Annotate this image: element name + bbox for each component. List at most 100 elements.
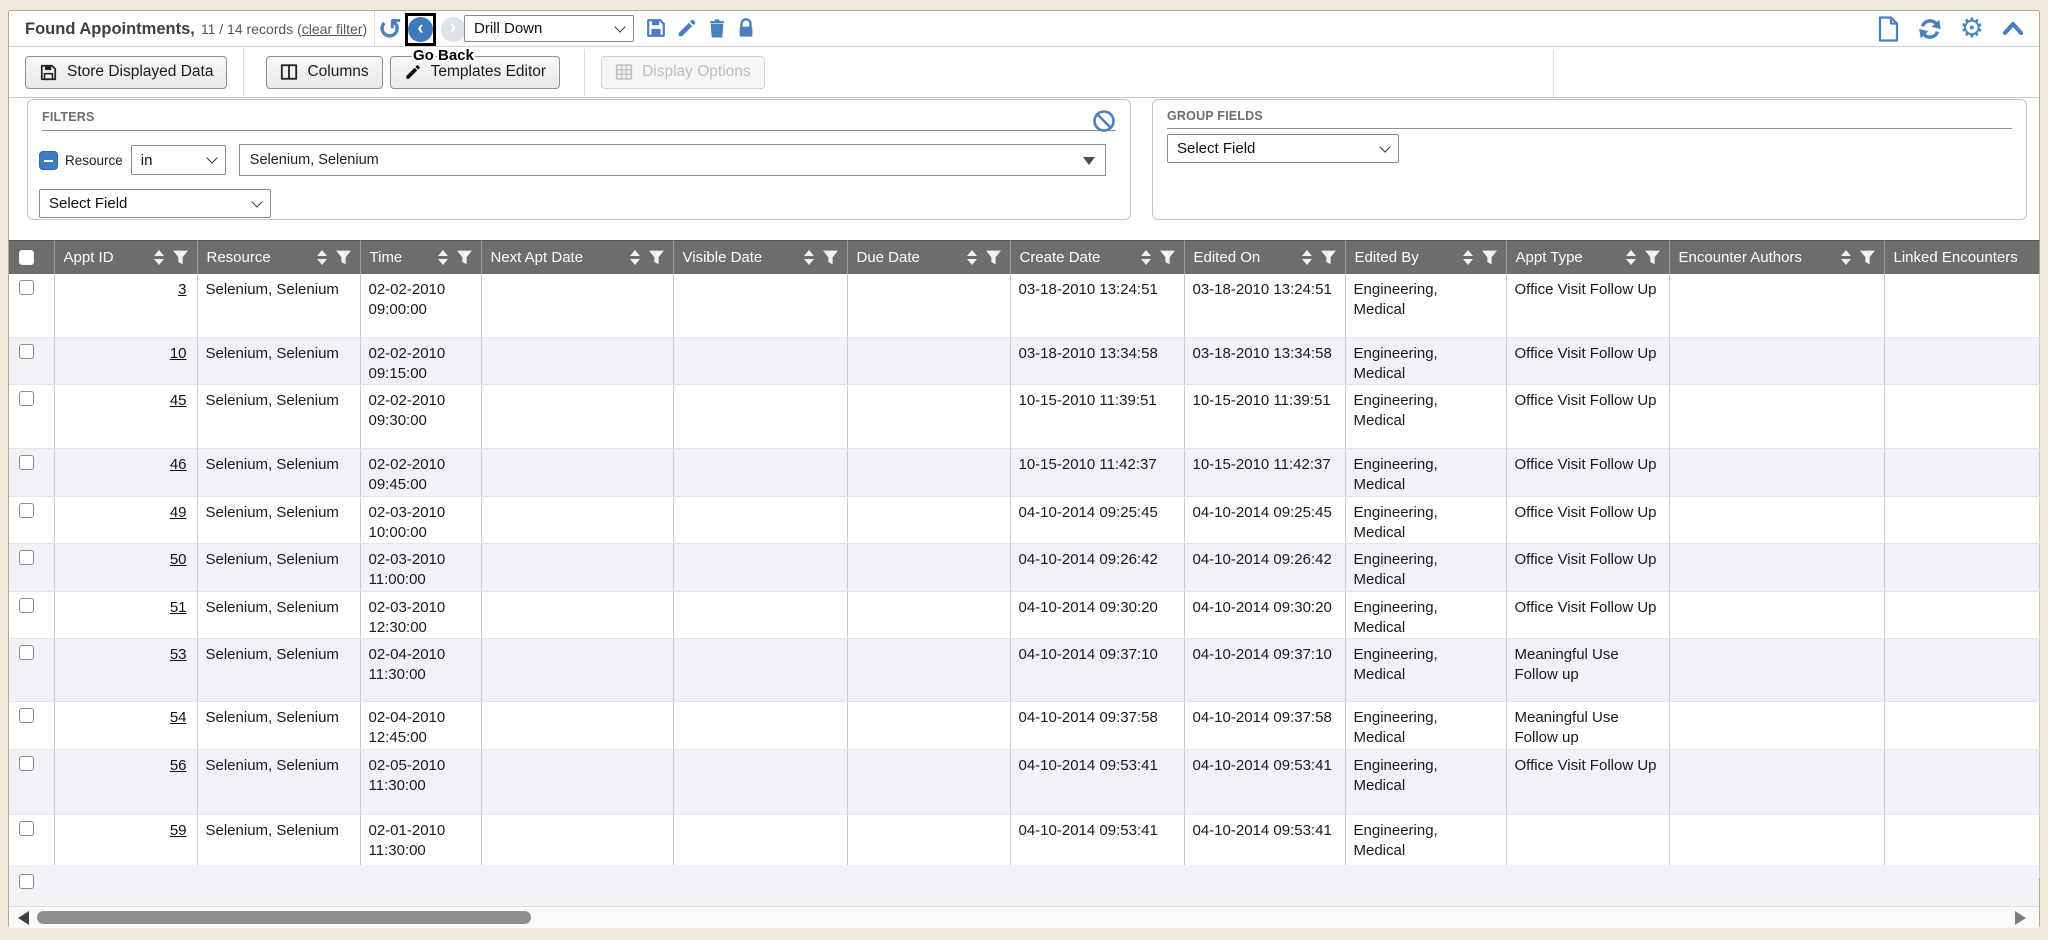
cell-create-date: 04-10-2014 09:26:42 [1010,544,1184,592]
clear-filter-link[interactable]: clear filter [302,21,363,37]
filter-funnel-icon[interactable] [456,249,473,266]
filter-funnel-icon[interactable] [172,249,189,266]
column-header[interactable]: Visible Date [673,241,847,275]
sort-icon[interactable] [1841,250,1851,265]
scroll-right-arrow-icon[interactable] [2015,911,2026,925]
column-header[interactable]: Next Apt Date [481,241,673,275]
appt-id-link[interactable]: 59 [170,822,187,839]
appt-id-link[interactable]: 3 [178,281,186,298]
appt-id-link[interactable]: 45 [170,392,187,409]
undo-icon[interactable]: ↺ [375,11,405,47]
sort-icon[interactable] [1302,250,1312,265]
sort-icon[interactable] [1141,250,1151,265]
column-header[interactable]: Create Date [1010,241,1184,275]
sort-icon[interactable] [1463,250,1473,265]
filter-value-combo[interactable]: Selenium, Selenium [239,144,1106,176]
column-header[interactable]: Time [360,241,481,275]
row-checkbox[interactable] [19,550,34,565]
appt-id-link[interactable]: 46 [170,456,187,473]
appt-id-link[interactable]: 54 [170,709,187,726]
delete-view-icon[interactable] [707,17,727,39]
cell-resource: Selenium, Selenium [197,702,360,750]
sort-icon[interactable] [154,250,164,265]
add-filter-field-select[interactable]: Select Field [39,189,271,218]
remove-filter-button[interactable] [39,151,58,170]
store-displayed-data-button[interactable]: Store Displayed Data [25,56,227,89]
dropdown-triangle-icon [1083,157,1095,165]
row-checkbox[interactable] [19,280,34,295]
filter-funnel-icon[interactable] [1320,249,1337,266]
filter-funnel-icon[interactable] [1859,249,1876,266]
templates-editor-label: Templates Editor [431,63,546,81]
edit-view-icon[interactable] [676,17,698,39]
footer-checkbox[interactable] [19,874,34,889]
scrollbar-thumb[interactable] [37,911,531,924]
display-options-button[interactable]: Display Options [601,56,765,89]
cell-edited-by: Engineering, Medical [1345,385,1506,449]
disable-filters-icon[interactable] [1092,109,1116,133]
chevron-down-icon [614,21,625,32]
toolbar-separator [243,49,244,96]
sort-icon[interactable] [438,250,448,265]
drill-down-select[interactable]: Drill Down [464,15,634,42]
refresh-icon[interactable] [1917,16,1943,42]
filter-funnel-icon[interactable] [1159,249,1176,266]
row-checkbox[interactable] [19,598,34,613]
chevron-down-icon [206,152,217,163]
cell-time: 02-03-2010 10:00:00 [360,496,481,544]
appt-id-link[interactable]: 56 [170,757,187,774]
row-checkbox[interactable] [19,344,34,359]
cell-checkbox [9,496,54,544]
sort-icon[interactable] [804,250,814,265]
row-checkbox[interactable] [19,645,34,660]
group-field-select[interactable]: Select Field [1167,134,1399,163]
filter-funnel-icon[interactable] [1644,249,1661,266]
new-document-icon[interactable] [1877,16,1900,42]
scroll-left-arrow-icon[interactable] [18,911,29,925]
go-forward-button[interactable]: › [440,16,466,42]
row-checkbox[interactable] [19,503,34,518]
column-header[interactable]: Encounter Authors [1669,241,1884,275]
sort-down-triangle [154,259,164,265]
filter-funnel-icon[interactable] [335,249,352,266]
row-checkbox[interactable] [19,756,34,771]
go-back-button[interactable]: ‹ [408,17,433,42]
appt-id-link[interactable]: 50 [170,551,187,568]
column-header-label: Edited On [1194,249,1261,266]
filter-funnel-icon[interactable] [985,249,1002,266]
filter-funnel-icon[interactable] [822,249,839,266]
cell-next-apt-date [481,749,673,814]
row-checkbox[interactable] [19,708,34,723]
cell-edited-by: Engineering, Medical [1345,639,1506,702]
sort-icon[interactable] [967,250,977,265]
appt-id-link[interactable]: 53 [170,646,187,663]
column-header[interactable]: Linked Encounters [1884,241,2039,275]
cell-next-apt-date [481,702,673,750]
lock-icon[interactable] [736,17,756,39]
appt-id-link[interactable]: 51 [170,599,187,616]
row-checkbox[interactable] [19,455,34,470]
row-checkbox[interactable] [19,821,34,836]
save-view-icon[interactable] [645,17,667,39]
gear-icon[interactable]: ⚙ [1960,16,1984,42]
filter-funnel-icon[interactable] [648,249,665,266]
column-header[interactable]: Appt ID [54,241,197,275]
appt-id-link[interactable]: 10 [170,345,187,362]
filter-funnel-icon[interactable] [1481,249,1498,266]
column-header[interactable]: Edited On [1184,241,1345,275]
column-header[interactable]: Appt Type [1506,241,1669,275]
sort-icon[interactable] [630,250,640,265]
column-header[interactable]: Due Date [847,241,1010,275]
row-checkbox[interactable] [19,391,34,406]
column-header[interactable]: Resource [197,241,360,275]
column-header[interactable]: Edited By [1345,241,1506,275]
collapse-chevron-up-icon[interactable] [2001,18,2025,40]
sort-icon[interactable] [1626,250,1636,265]
filter-operator-select[interactable]: in [131,145,226,175]
sort-down-triangle [317,259,327,265]
appt-id-link[interactable]: 49 [170,504,187,521]
columns-button[interactable]: Columns [266,56,382,89]
select-all-checkbox[interactable] [19,250,34,265]
grid-table-icon [615,63,633,81]
sort-icon[interactable] [317,250,327,265]
